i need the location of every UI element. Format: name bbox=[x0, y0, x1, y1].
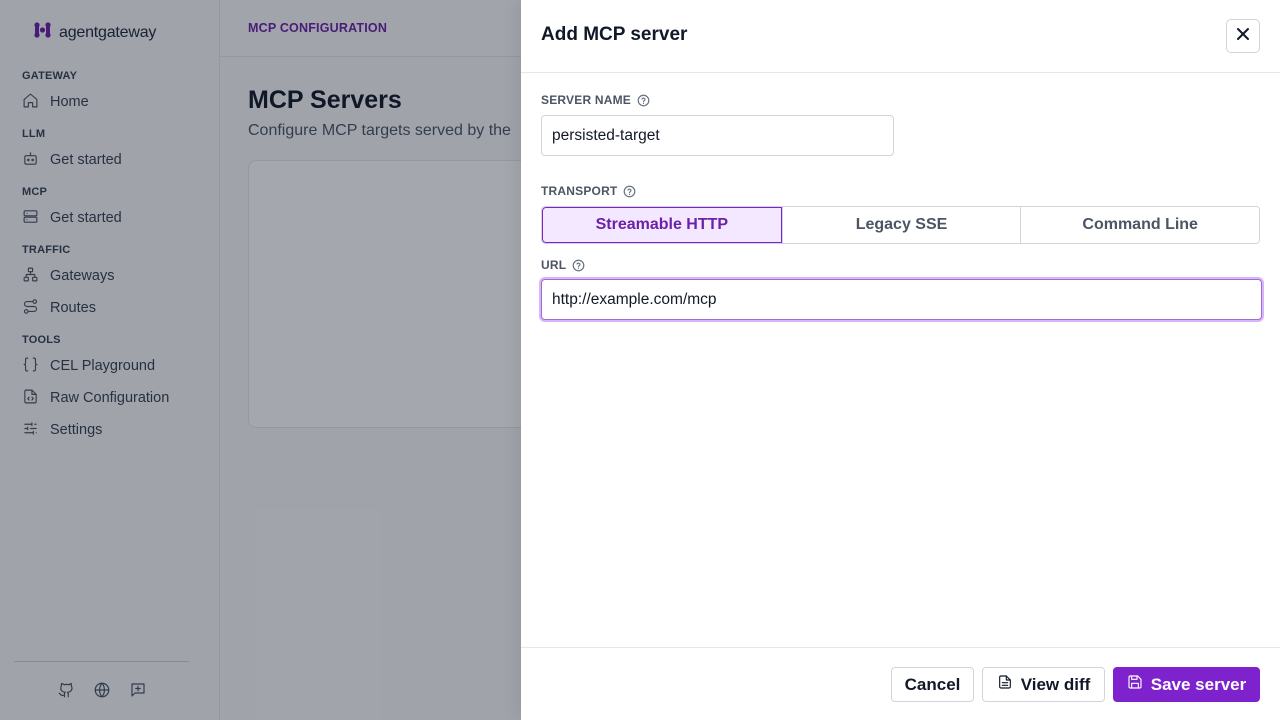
close-button[interactable] bbox=[1226, 19, 1260, 53]
url-input[interactable] bbox=[541, 279, 1262, 320]
transport-label: TRANSPORT bbox=[541, 184, 636, 198]
save-server-button[interactable]: Save server bbox=[1113, 667, 1260, 702]
transport-option-legacy-sse[interactable]: Legacy SSE bbox=[781, 207, 1021, 243]
view-diff-button[interactable]: View diff bbox=[982, 667, 1105, 702]
help-circle-icon[interactable] bbox=[637, 94, 650, 107]
help-circle-icon[interactable] bbox=[572, 259, 585, 272]
help-circle-icon[interactable] bbox=[623, 185, 636, 198]
server-name-label-text: SERVER NAME bbox=[541, 93, 631, 107]
transport-option-streamable-http[interactable]: Streamable HTTP bbox=[542, 207, 782, 243]
transport-selector: Streamable HTTP Legacy SSE Command Line bbox=[541, 206, 1260, 244]
server-name-input[interactable] bbox=[541, 115, 894, 156]
close-icon bbox=[1236, 27, 1250, 46]
transport-label-text: TRANSPORT bbox=[541, 184, 618, 198]
view-diff-button-label: View diff bbox=[1020, 674, 1091, 694]
url-label: URL bbox=[541, 258, 585, 272]
add-mcp-server-drawer: Add MCP server SERVER NAME TRANSPORT Str… bbox=[521, 0, 1280, 720]
transport-option-command-line[interactable]: Command Line bbox=[1020, 207, 1259, 243]
save-server-button-label: Save server bbox=[1150, 674, 1247, 694]
cancel-button[interactable]: Cancel bbox=[891, 667, 974, 702]
save-icon bbox=[1127, 674, 1143, 695]
drawer-title: Add MCP server bbox=[541, 24, 688, 45]
server-name-label: SERVER NAME bbox=[541, 93, 650, 107]
drawer-header: Add MCP server bbox=[521, 0, 1280, 73]
cancel-button-label: Cancel bbox=[904, 674, 961, 694]
drawer-footer: Cancel View diff Save server bbox=[521, 647, 1280, 720]
url-label-text: URL bbox=[541, 258, 567, 272]
file-text-icon bbox=[997, 674, 1013, 695]
